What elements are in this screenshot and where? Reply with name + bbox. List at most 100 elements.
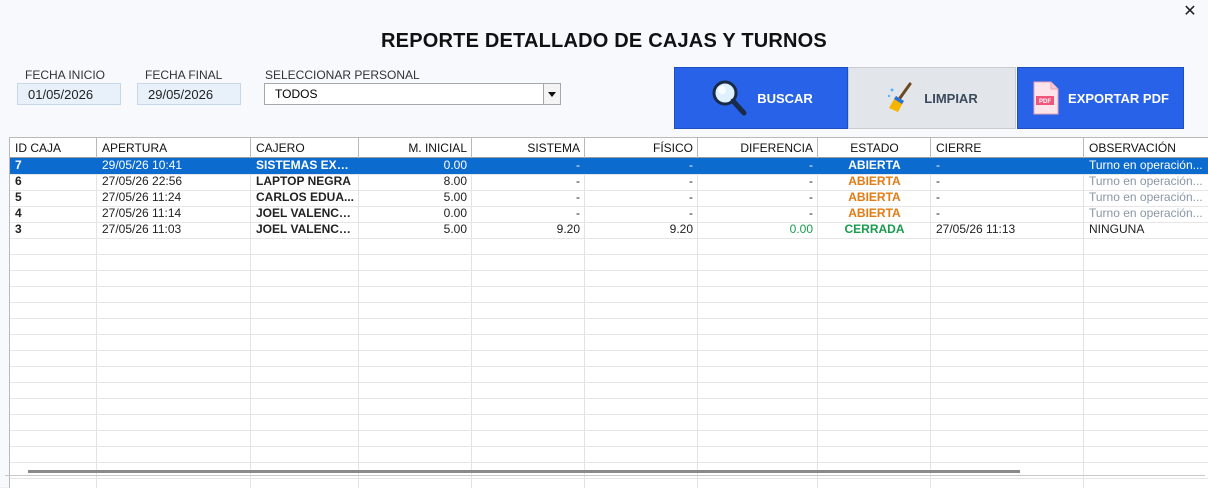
header-divider [584, 138, 585, 158]
personal-select[interactable]: TODOS [264, 83, 561, 105]
horizontal-scrollbar[interactable] [28, 470, 1020, 473]
header-divider [250, 138, 251, 158]
cell-observacion: Turno en operación... [1089, 190, 1203, 204]
row-divider [10, 254, 1208, 255]
fecha-inicio-label: FECHA INICIO [25, 68, 106, 82]
cell-id-caja: 7 [15, 158, 22, 172]
row-divider [10, 270, 1208, 271]
header-divider [96, 138, 97, 158]
cell-diferencia: - [809, 158, 813, 172]
row-divider [10, 334, 1208, 335]
cell-fisico: - [689, 190, 693, 204]
cell-sistema: - [576, 206, 580, 220]
limpiar-label: LIMPIAR [924, 90, 978, 106]
column-header[interactable]: OBSERVACIÓN [1084, 138, 1208, 158]
exportar-pdf-button[interactable]: PDF EXPORTAR PDF [1017, 67, 1184, 129]
close-button[interactable]: ✕ [1180, 2, 1200, 22]
cell-apertura: 27/05/26 11:03 [102, 222, 182, 236]
cell-apertura: 27/05/26 11:14 [102, 206, 182, 220]
cell-cierre: - [936, 174, 940, 188]
search-icon [712, 80, 747, 116]
cell-apertura: 27/05/26 22:56 [102, 174, 183, 188]
broom-icon [888, 82, 912, 112]
cell-monto-inicial: 8.00 [443, 174, 467, 188]
column-header[interactable]: M. INICIAL [359, 138, 472, 158]
cell-cierre: - [936, 190, 940, 204]
cell-id-caja: 4 [15, 206, 22, 220]
cell-cajero: LAPTOP NEGRA [256, 174, 351, 188]
header-divider [1083, 138, 1084, 158]
row-divider [10, 350, 1208, 351]
cajas-table[interactable]: ID CAJA APERTURA CAJERO M. INICIAL SISTEMA FÍ… [9, 137, 1208, 488]
cell-fisico: - [689, 158, 693, 172]
chevron-down-icon[interactable] [543, 84, 560, 104]
cell-observacion: Turno en operación... [1089, 206, 1203, 220]
column-header[interactable]: SISTEMA [472, 138, 585, 158]
cell-monto-inicial: 0.00 [443, 158, 467, 172]
row-divider [10, 318, 1208, 319]
header-divider [817, 138, 818, 158]
divider [5, 475, 1205, 476]
cell-fisico: 9.20 [669, 222, 693, 236]
header-divider [471, 138, 472, 158]
cell-fisico: - [689, 174, 693, 188]
cell-diferencia: - [809, 206, 813, 220]
column-header[interactable]: CIERRE [931, 138, 1084, 158]
personal-select-value: TODOS [275, 87, 318, 101]
cell-fisico: - [689, 206, 693, 220]
cell-diferencia: - [809, 190, 813, 204]
buscar-button[interactable]: BUSCAR [674, 67, 848, 129]
fecha-inicio-field[interactable]: 01/05/2026 [17, 83, 121, 105]
row-divider [10, 286, 1208, 287]
row-divider [10, 302, 1208, 303]
cell-monto-inicial: 0.00 [443, 206, 467, 220]
cell-apertura: 27/05/26 11:24 [102, 190, 182, 204]
column-header[interactable]: ID CAJA [10, 138, 97, 158]
row-divider [10, 366, 1208, 367]
cell-cajero: CARLOS EDUA... [256, 190, 355, 204]
column-header[interactable]: ESTADO [818, 138, 931, 158]
row-divider [10, 382, 1208, 383]
cell-sistema: 9.20 [556, 222, 580, 236]
row-divider [10, 478, 1208, 479]
cell-estado: CERRADA [844, 222, 905, 236]
exportar-label: EXPORTAR PDF [1068, 90, 1169, 106]
cell-sistema: - [576, 190, 580, 204]
buscar-label: BUSCAR [757, 90, 813, 106]
pdf-file-icon: PDF [1033, 81, 1059, 115]
row-divider [10, 462, 1208, 463]
row-divider [10, 398, 1208, 399]
page-title: REPORTE DETALLADO DE CAJAS Y TURNOS [381, 30, 827, 52]
cell-observacion: NINGUNA [1089, 222, 1145, 236]
fecha-final-field[interactable]: 29/05/2026 [137, 83, 241, 105]
cell-cierre: - [936, 206, 940, 220]
cell-apertura: 29/05/26 10:41 [102, 158, 183, 172]
row-divider [10, 430, 1208, 431]
cell-estado: ABIERTA [848, 206, 901, 220]
cell-cajero: JOEL VALENCIA... [256, 206, 359, 220]
header-divider [358, 138, 359, 158]
row-divider [10, 414, 1208, 415]
cell-cajero: SISTEMAS EXCEL [256, 158, 359, 172]
column-header[interactable]: FÍSICO [585, 138, 698, 158]
cell-cierre: - [936, 158, 940, 172]
cell-diferencia: 0.00 [789, 222, 813, 236]
cell-id-caja: 6 [15, 174, 22, 188]
svg-text:PDF: PDF [1039, 99, 1051, 105]
cell-monto-inicial: 5.00 [443, 190, 467, 204]
row-divider [10, 238, 1208, 239]
cell-id-caja: 5 [15, 190, 22, 204]
cell-estado: ABIERTA [848, 190, 901, 204]
limpiar-button[interactable]: LIMPIAR [848, 67, 1016, 129]
cell-diferencia: - [809, 174, 813, 188]
column-header[interactable]: APERTURA [97, 138, 251, 158]
cell-estado: ABIERTA [848, 158, 901, 172]
report-window: ✕ REPORTE DETALLADO DE CAJAS Y TURNOS FE… [0, 0, 1208, 488]
column-header[interactable]: CAJERO [251, 138, 359, 158]
personal-label: SELECCIONAR PERSONAL [265, 68, 420, 82]
header-divider [930, 138, 931, 158]
cell-sistema: - [576, 174, 580, 188]
column-header[interactable]: DIFERENCIA [698, 138, 818, 158]
cell-id-caja: 3 [15, 222, 22, 236]
fecha-final-label: FECHA FINAL [145, 68, 223, 82]
